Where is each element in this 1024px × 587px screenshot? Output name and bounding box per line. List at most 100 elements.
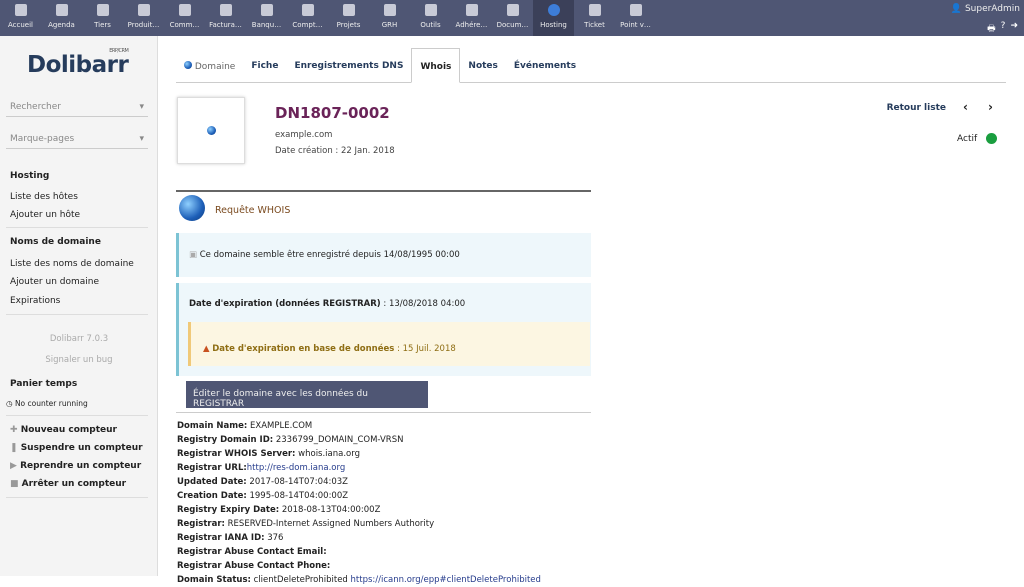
top-menu-item[interactable]: Ticket [574, 0, 615, 36]
whois-line: Registrar IANA ID: 376 [177, 533, 284, 543]
previous-icon[interactable]: ‹ [963, 100, 968, 114]
globe-icon [184, 61, 192, 69]
whois-title: Requête WHOIS [215, 205, 291, 216]
back-to-list-link[interactable]: Retour liste [887, 103, 946, 113]
user-icon: 👤 [950, 4, 963, 14]
menu-icon [588, 4, 601, 16]
registered-info: ▣ Ce domaine semble être enregistré depu… [176, 233, 591, 277]
top-menu-bar: Accueil Agenda Tiers Produit… Comm… Factura… B… [0, 0, 1024, 36]
menu-icon [506, 4, 519, 16]
play-icon: ▶ [10, 461, 17, 471]
tab-fiche[interactable]: Fiche [243, 48, 286, 83]
menu-icon [301, 4, 314, 16]
menu-add-host[interactable]: Ajouter un hôte [10, 210, 80, 220]
next-icon[interactable]: › [988, 100, 993, 114]
top-menu-item[interactable]: Point v… [615, 0, 656, 36]
whois-line: Registrar URL:http://res-dom.iana.org [177, 463, 346, 473]
stop-icon: ■ [10, 479, 19, 489]
top-menu-item[interactable]: Banqu… [246, 0, 287, 36]
whois-link[interactable]: https://icann.org/epp#clientDeleteProhib… [351, 575, 541, 585]
report-bug-link[interactable]: Signaler un bug [0, 355, 158, 365]
user-menu[interactable]: 👤 SuperAdmin [951, 4, 1020, 14]
print-icon[interactable]: 🖶 [987, 21, 996, 37]
edit-from-registrar-button[interactable]: Éditer le domaine avec les données du RE… [186, 381, 428, 409]
help-icon[interactable]: ? [1001, 21, 1006, 37]
top-menu-item[interactable]: Docum… [492, 0, 533, 36]
sidebar: DolibarrERP/CRM Rechercher Marque-pages … [0, 36, 158, 576]
top-menu-item[interactable]: Outils [410, 0, 451, 36]
whois-line: Updated Date: 2017-08-14T07:04:03Z [177, 477, 348, 487]
menu-domains[interactable]: Noms de domaine [10, 237, 101, 247]
no-counter: ◷ No counter running [6, 399, 88, 408]
whois-line: Registrar WHOIS Server: whois.iana.org [177, 449, 360, 459]
domain-thumbnail [177, 97, 245, 164]
clock-icon: ◷ [6, 399, 13, 408]
new-counter-link[interactable]: ✚ Nouveau compteur [10, 425, 117, 435]
whois-line: Creation Date: 1995-08-14T04:00:00Z [177, 491, 349, 501]
resume-counter-link[interactable]: ▶ Reprendre un compteur [10, 461, 141, 471]
top-menu-item[interactable]: Agenda [41, 0, 82, 36]
whois-globe-icon [179, 195, 205, 221]
menu-add-domain[interactable]: Ajouter un domaine [10, 277, 99, 287]
timer-title: Panier temps [10, 379, 78, 389]
menu-expirations[interactable]: Expirations [10, 296, 60, 306]
top-menu-item[interactable]: Produit… [123, 0, 164, 36]
whois-output: Domain Name: EXAMPLE.COM Registry Domain … [177, 419, 597, 587]
menu-icon [629, 4, 642, 16]
status-dot [986, 133, 997, 144]
menu-icon [14, 4, 27, 16]
menu-icon [96, 4, 109, 16]
menu-domains-list[interactable]: Liste des noms de domaine [10, 259, 134, 269]
top-menu-item[interactable]: Comm… [164, 0, 205, 36]
tab-dns[interactable]: Enregistrements DNS [286, 48, 411, 83]
version: Dolibarr 7.0.3 [49, 334, 109, 344]
whois-line: Domain Name: EXAMPLE.COM [177, 421, 313, 431]
menu-icon [260, 4, 273, 16]
tab-domaine[interactable]: Domaine [176, 48, 243, 83]
bookmarks-select[interactable]: Marque-pages [6, 130, 148, 149]
tab-notes[interactable]: Notes [460, 48, 505, 83]
tab-whois[interactable]: Whois [411, 48, 461, 83]
pause-icon: ❚ [10, 443, 18, 453]
top-menu-item[interactable]: Accueil [0, 0, 41, 36]
menu-icon [178, 4, 191, 16]
stop-counter-link[interactable]: ■ Arrêter un compteur [10, 479, 126, 489]
menu-icon [383, 4, 396, 16]
menu-icon [424, 4, 437, 16]
whois-line: Domain Status: clientDeleteProhibited ht… [177, 575, 541, 585]
menu-icon [137, 4, 150, 16]
menu-hosting[interactable]: Hosting [10, 171, 49, 181]
whois-line: Registry Domain ID: 2336799_DOMAIN_COM-V… [177, 435, 404, 445]
top-menu-item[interactable]: GRH [369, 0, 410, 36]
status-label: Actif [957, 134, 978, 144]
tabs: Domaine Fiche Enregistrements DNS Whois … [176, 48, 1006, 83]
menu-icon [547, 4, 560, 16]
info-icon: ▣ [189, 250, 198, 260]
globe-icon [207, 126, 216, 135]
menu-icon [465, 4, 478, 16]
top-menu-item[interactable]: Adhére… [451, 0, 492, 36]
whois-link[interactable]: http://res-dom.iana.org [247, 463, 345, 473]
db-expiration-warning: ▲ Date d'expiration en base de données :… [188, 322, 590, 366]
search-select[interactable]: Rechercher [6, 98, 148, 117]
top-menu-item[interactable]: Factura… [205, 0, 246, 36]
top-menu-item[interactable]: Projets [328, 0, 369, 36]
whois-line: Registrar Abuse Contact Email: [177, 547, 327, 557]
top-menu-item[interactable]: Hosting [533, 0, 574, 36]
warning-icon: ▲ [203, 344, 210, 354]
top-menu-item[interactable]: Tiers [82, 0, 123, 36]
menu-hosts-list[interactable]: Liste des hôtes [10, 192, 78, 202]
menu-icon [55, 4, 68, 16]
record-ref: DN1807-0002 [275, 104, 390, 122]
tab-events[interactable]: Événements [506, 48, 584, 83]
pause-counter-link[interactable]: ❚ Suspendre un compteur [10, 443, 143, 453]
whois-line: Registry Expiry Date: 2018-08-13T04:00:0… [177, 505, 381, 515]
dolibarr-logo[interactable]: Dolibarr ERP/CRM [27, 48, 129, 78]
top-menu-item[interactable]: Compt… [287, 0, 328, 36]
whois-line: Registrar: RESERVED-Internet Assigned Nu… [177, 519, 435, 529]
menu-icon [342, 4, 355, 16]
logout-icon[interactable]: ➜ [1010, 21, 1018, 37]
plus-icon: ✚ [10, 425, 18, 435]
whois-line: Registrar Abuse Contact Phone: [177, 561, 331, 571]
menu-icon [219, 4, 232, 16]
